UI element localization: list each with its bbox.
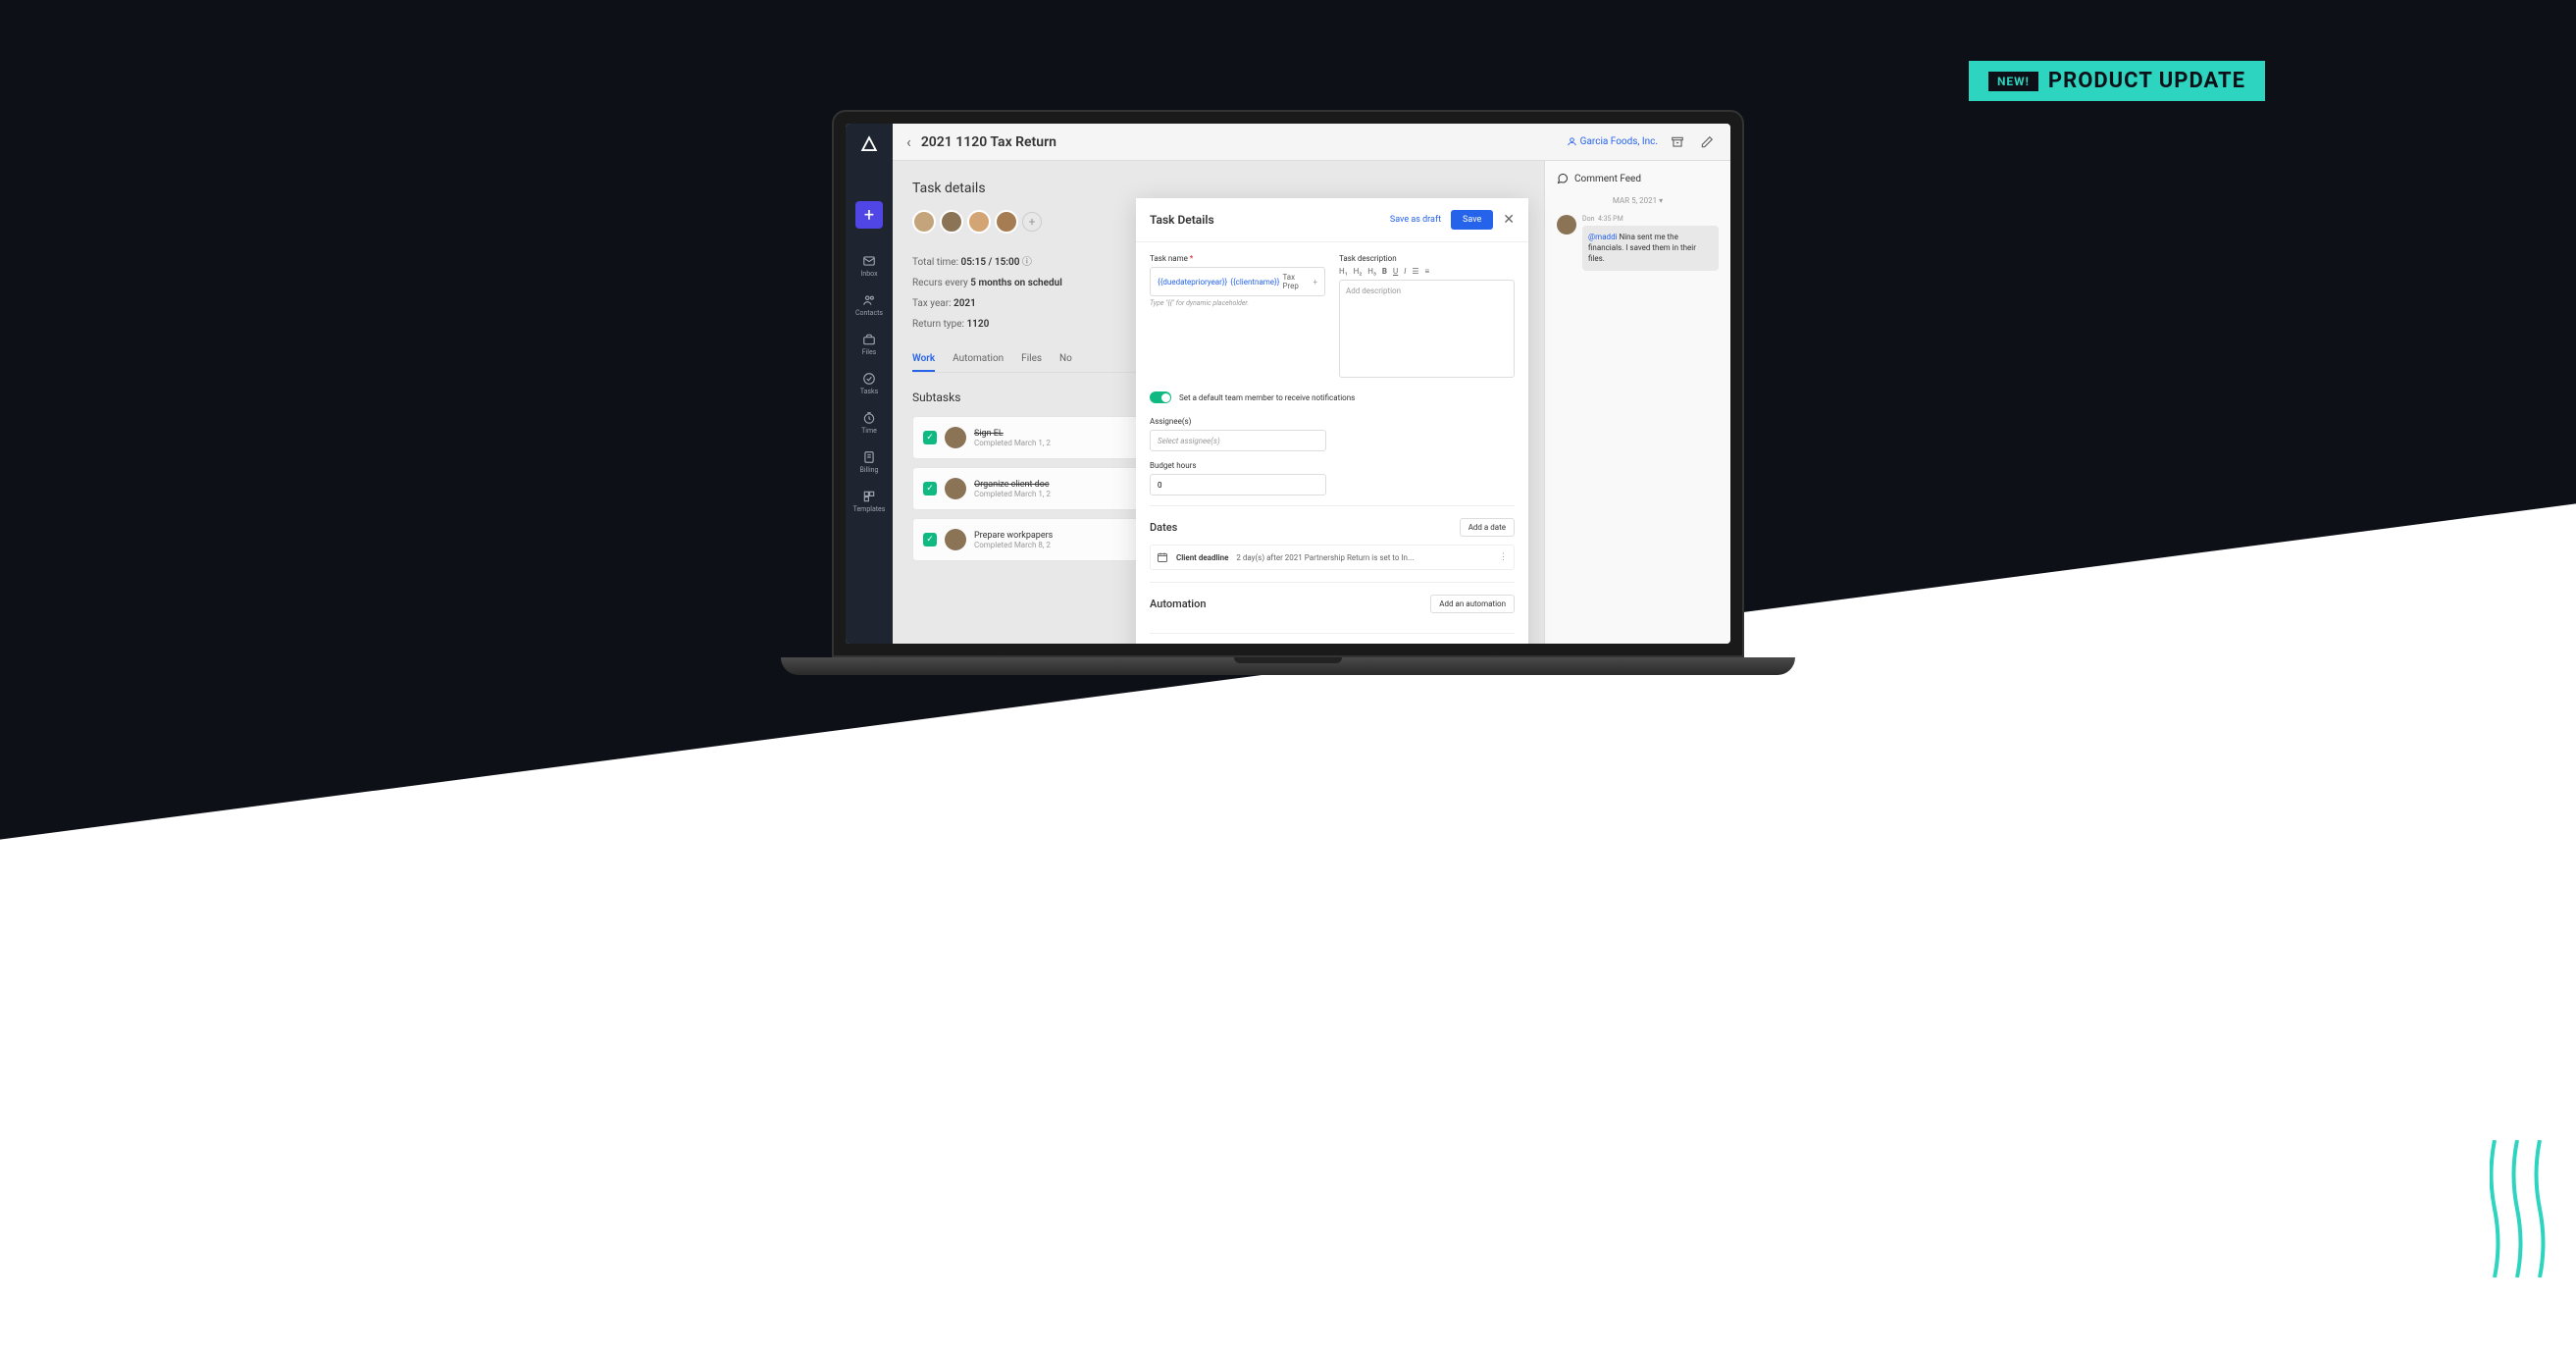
notifications-toggle[interactable] [1150, 391, 1171, 403]
editor-toolbar: H₁ H₂ H₃ B U I ☰ ≡ [1339, 267, 1515, 276]
sidebar-label: Files [862, 348, 877, 356]
avatar [945, 427, 966, 448]
sidebar-item-time[interactable]: Time [861, 405, 877, 441]
check-icon[interactable]: ✓ [923, 482, 937, 495]
task-name-label: Task name * [1150, 254, 1325, 263]
back-button[interactable]: ‹ [906, 132, 911, 151]
subtask-title: Prepare workpapers [974, 531, 1053, 541]
badge-text: PRODUCT UPDATE [2048, 69, 2245, 93]
subtask-title: Organize client doc [974, 480, 1051, 490]
comment: Don 4:35 PM @maddi Nina sent me the fina… [1557, 215, 1719, 271]
avatar [1557, 215, 1576, 234]
h1-button[interactable]: H₁ [1339, 267, 1348, 276]
archive-icon[interactable] [1668, 132, 1687, 152]
sidebar-item-templates[interactable]: Templates [853, 484, 886, 519]
save-button[interactable]: Save [1451, 210, 1493, 230]
subtask-date: Completed March 8, 2 [974, 541, 1053, 549]
bold-button[interactable]: B [1382, 267, 1387, 276]
laptop-frame: + Inbox Contacts Files Tasks [832, 110, 1744, 675]
sidebar-label: Tasks [860, 388, 878, 395]
sidebar-label: Templates [853, 505, 886, 513]
check-icon[interactable]: ✓ [923, 533, 937, 547]
sidebar-item-contacts[interactable]: Contacts [855, 287, 883, 323]
task-details-modal: Task Details Save as draft Save ✕ Task n… [1136, 198, 1528, 644]
sidebar-label: Inbox [860, 270, 877, 278]
list-ol-icon[interactable]: ≡ [1425, 267, 1430, 276]
add-date-button[interactable]: Add a date [1460, 518, 1515, 537]
date-row[interactable]: Client deadline 2 day(s) after 2021 Part… [1150, 545, 1515, 570]
topbar: ‹ 2021 1120 Tax Return Garcia Foods, Inc… [893, 124, 1730, 161]
subtask-date: Completed March 1, 2 [974, 439, 1051, 447]
tab-automation[interactable]: Automation [953, 353, 1004, 372]
toggle-label: Set a default team member to receive not… [1179, 393, 1355, 402]
comment-date-divider: MAR 5, 2021 ▾ [1557, 196, 1719, 205]
description-label: Task description [1339, 254, 1515, 263]
description-input[interactable]: Add description [1339, 280, 1515, 378]
list-ul-icon[interactable]: ☰ [1412, 267, 1418, 276]
underline-button[interactable]: U [1393, 267, 1398, 276]
task-name-input[interactable]: {{duedateprioryear}} {{clientname}} Tax … [1150, 267, 1325, 296]
decorative-waves [2490, 1140, 2558, 1277]
sidebar-item-files[interactable]: Files [862, 327, 877, 362]
avatar[interactable] [995, 210, 1018, 234]
automation-heading: Automation [1150, 598, 1206, 610]
add-assignee-button[interactable]: + [1022, 212, 1042, 232]
task-details-heading: Task details [912, 181, 1524, 196]
subtask-date: Completed March 1, 2 [974, 490, 1051, 498]
tab-files[interactable]: Files [1021, 353, 1042, 372]
avatar[interactable] [912, 210, 936, 234]
tab-work[interactable]: Work [912, 353, 935, 372]
sidebar-item-inbox[interactable]: Inbox [860, 248, 877, 284]
sidebar-label: Billing [860, 466, 879, 474]
avatar[interactable] [967, 210, 991, 234]
avatar [945, 529, 966, 550]
page-title: 2021 1120 Tax Return [921, 134, 1056, 150]
sidebar-item-tasks[interactable]: Tasks [860, 366, 878, 401]
tab-notes[interactable]: No [1059, 353, 1072, 372]
italic-button[interactable]: I [1404, 267, 1406, 276]
close-icon[interactable]: ✕ [1503, 212, 1515, 228]
sidebar-label: Time [861, 427, 877, 435]
sidebar-item-billing[interactable]: Billing [860, 444, 879, 480]
subtask-title: Sign EL [974, 429, 1051, 439]
app-logo [860, 135, 878, 158]
more-icon[interactable]: ⋮ [1499, 552, 1508, 562]
add-automation-button[interactable]: Add an automation [1430, 595, 1515, 613]
avatar[interactable] [940, 210, 963, 234]
edit-icon[interactable] [1697, 132, 1717, 152]
avatar [945, 478, 966, 499]
check-icon[interactable]: ✓ [923, 431, 937, 444]
client-link[interactable]: Garcia Foods, Inc. [1567, 136, 1658, 147]
assignee-label: Assignee(s) [1150, 417, 1515, 426]
comment-meta: Don 4:35 PM [1582, 215, 1719, 223]
modal-title: Task Details [1150, 213, 1390, 227]
dates-heading: Dates [1150, 521, 1177, 534]
comment-feed-panel: Comment Feed MAR 5, 2021 ▾ Don 4:35 PM @… [1544, 161, 1730, 644]
hint-text: Type "{{" for dynamic placeholder. [1150, 299, 1325, 307]
sidebar-label: Contacts [855, 309, 883, 317]
new-pill: NEW! [1988, 72, 2038, 91]
save-draft-link[interactable]: Save as draft [1390, 215, 1441, 225]
comment-feed-heading: Comment Feed [1557, 173, 1719, 184]
add-token-icon[interactable]: + [1313, 278, 1317, 286]
sidebar: + Inbox Contacts Files Tasks [846, 124, 893, 644]
comment-text: @maddi Nina sent me the financials. I sa… [1582, 226, 1719, 271]
h2-button[interactable]: H₂ [1354, 267, 1363, 276]
product-update-badge: NEW! PRODUCT UPDATE [1969, 61, 2265, 101]
budget-input[interactable]: 0 [1150, 474, 1326, 495]
assignee-select[interactable]: Select assignee(s) [1150, 430, 1326, 451]
h3-button[interactable]: H₃ [1367, 267, 1376, 276]
budget-label: Budget hours [1150, 461, 1515, 470]
new-button[interactable]: + [855, 201, 883, 229]
